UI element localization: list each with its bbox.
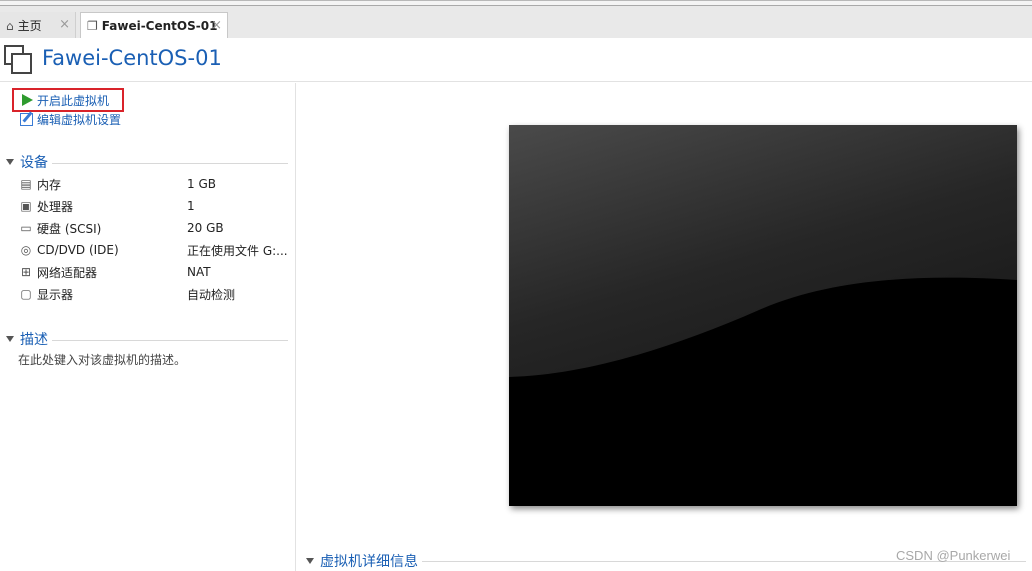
device-name: CD/DVD (IDE) [37,243,119,257]
vm-details-section-label: 虚拟机详细信息 [320,554,418,570]
network-adapter-icon: ⊞ [20,265,32,279]
section-divider [52,162,288,164]
device-value: 1 [187,199,195,213]
device-value: 20 GB [187,221,224,235]
power-on-vm-button[interactable]: 开启此虚拟机 [12,88,124,112]
tab-vm-label: Fawei-CentOS-01 [101,19,218,33]
close-icon[interactable]: × [211,18,222,33]
device-name: 处理器 [37,199,74,214]
device-value: 1 GB [187,177,216,191]
display-icon: ▢ [20,287,32,301]
collapse-triangle-icon [6,159,14,165]
description-field[interactable]: 在此处键入对该虚拟机的描述。 [18,351,186,368]
home-icon: ⌂ [6,18,14,33]
vm-large-icon [4,45,32,75]
play-icon [22,94,33,106]
tab-home-label: 主页 [17,19,42,33]
device-value: NAT [187,265,211,279]
section-divider [52,339,288,341]
device-row-display[interactable]: ▢ 显示器 自动检测 [18,283,288,305]
memory-icon: ▤ [20,177,32,191]
device-name: 网络适配器 [37,265,98,280]
power-on-vm-label: 开启此虚拟机 [37,93,110,108]
collapse-triangle-icon [6,336,14,342]
tab-strip: ⌂ 主页 × ❐ Fawei-CentOS-01 × [0,0,1032,39]
edit-vm-settings-label: 编辑虚拟机设置 [37,112,122,127]
description-section-label: 描述 [20,332,48,348]
device-row-memory[interactable]: ▤ 内存 1 GB [18,173,288,195]
tab-home[interactable]: ⌂ 主页 × [0,12,76,39]
cd-dvd-icon: ◎ [20,243,32,257]
devices-section-header[interactable]: 设备 [6,152,288,172]
title-bar: Fawei-CentOS-01 [0,38,1032,82]
device-row-cd-dvd[interactable]: ◎ CD/DVD (IDE) 正在使用文件 G:... [18,239,288,261]
collapse-triangle-icon [306,558,314,564]
vm-summary-panel: 开启此虚拟机 编辑虚拟机设置 设备 ▤ 内存 1 GB ▣ 处理器 1 ▭ 硬盘… [0,83,296,571]
watermark: CSDN @Punkerwei [896,548,1011,563]
description-section-header[interactable]: 描述 [6,329,288,349]
devices-section-label: 设备 [20,155,48,171]
vm-screen-graphic [509,125,1017,506]
close-icon[interactable]: × [59,17,70,32]
page-title: Fawei-CentOS-01 [42,46,222,70]
device-row-hard-disk[interactable]: ▭ 硬盘 (SCSI) 20 GB [18,217,288,239]
vm-screen-thumbnail[interactable] [509,125,1017,506]
device-name: 硬盘 (SCSI) [37,221,102,236]
device-row-network-adapter[interactable]: ⊞ 网络适配器 NAT [18,261,288,283]
hard-disk-icon: ▭ [20,221,32,235]
tab-vm[interactable]: ❐ Fawei-CentOS-01 × [80,12,228,39]
device-name: 显示器 [37,287,74,302]
vm-icon: ❐ [87,19,98,33]
device-value: 自动检测 [187,287,236,302]
tab-strip-top-border [0,1,1032,6]
edit-icon [20,112,33,126]
device-name: 内存 [37,177,62,192]
device-value: 正在使用文件 G:... [187,243,287,258]
cpu-icon: ▣ [20,199,32,213]
device-row-processor[interactable]: ▣ 处理器 1 [18,195,288,217]
edit-vm-settings-button[interactable]: 编辑虚拟机设置 [20,110,121,128]
